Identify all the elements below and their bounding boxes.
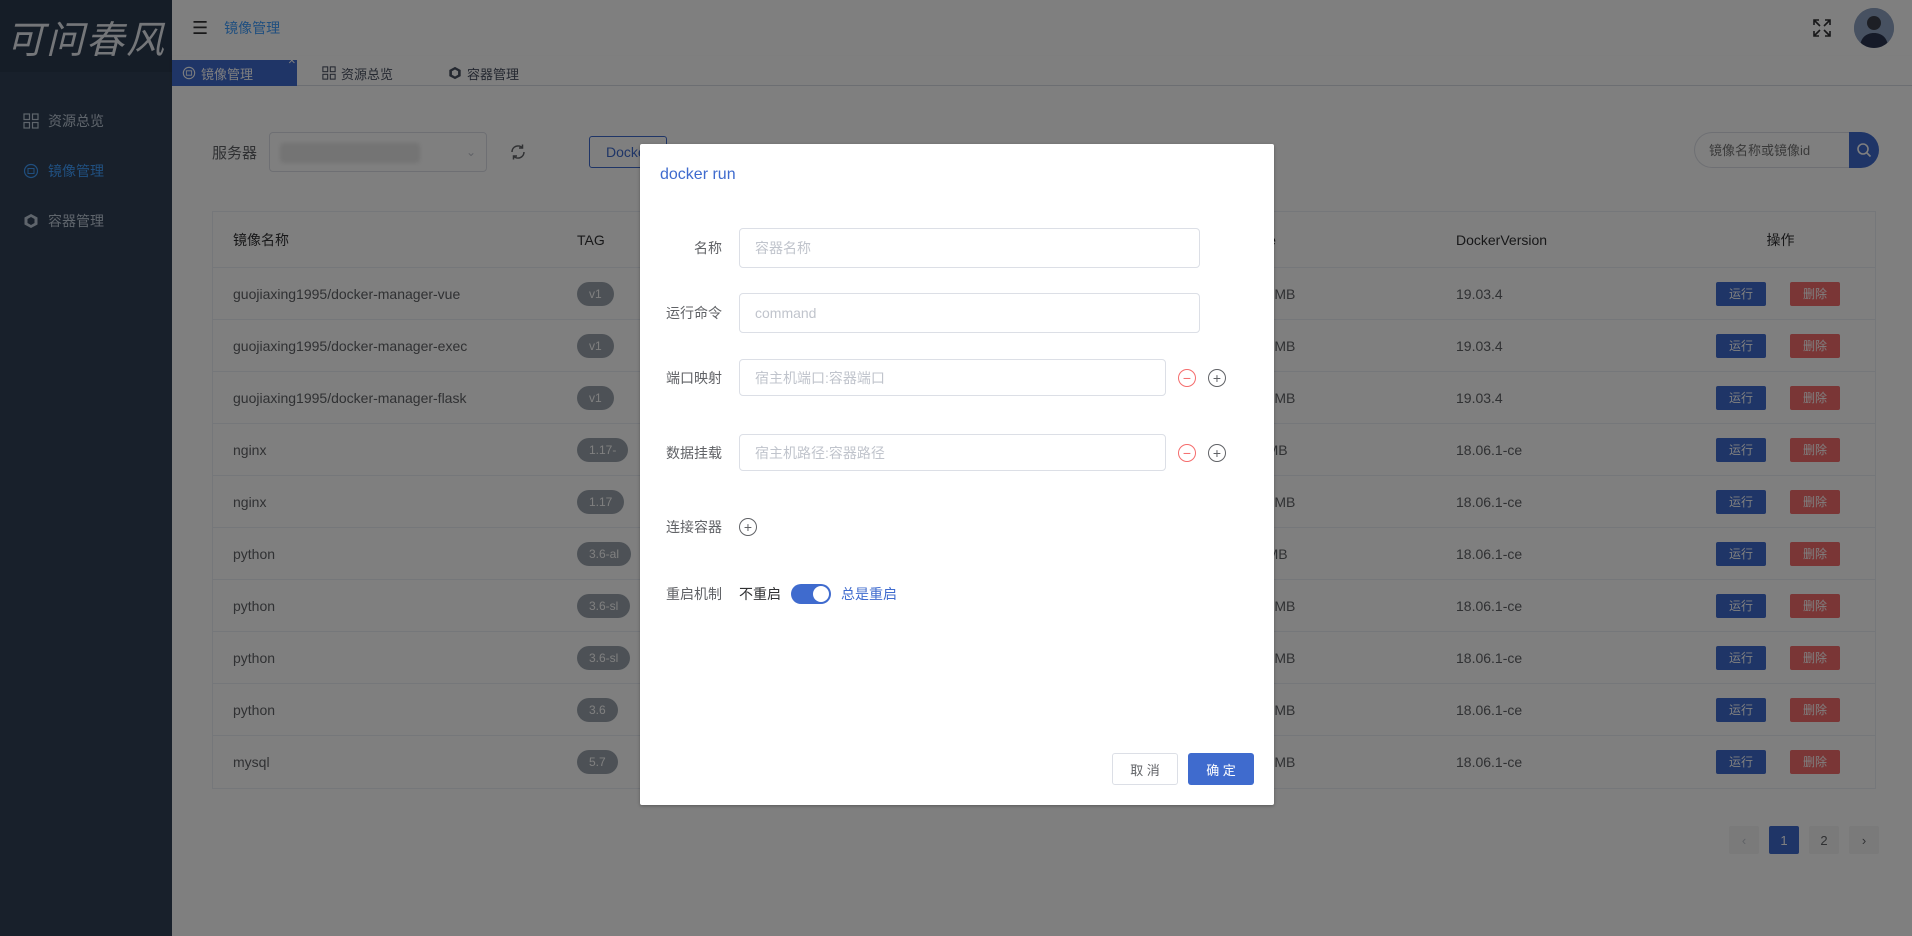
add-volume-icon[interactable]: + [1208, 443, 1226, 462]
restart-label: 重启机制 [666, 586, 722, 602]
command-row: 运行命令 [640, 293, 1200, 333]
name-row: 名称 [640, 228, 1200, 268]
confirm-button[interactable]: 确 定 [1188, 753, 1254, 785]
remove-volume-icon[interactable]: − [1178, 443, 1196, 462]
restart-toggle[interactable] [791, 584, 831, 604]
remove-port-icon[interactable]: − [1178, 368, 1196, 387]
port-label: 端口映射 [666, 369, 722, 386]
port-row: 端口映射 − + [640, 359, 1226, 396]
volume-mount-input[interactable] [739, 434, 1166, 471]
dialog-footer: 取 消 确 定 [1112, 753, 1254, 785]
link-label: 连接容器 [666, 519, 722, 535]
dialog-title: docker run [660, 166, 736, 183]
restart-off-label[interactable]: 不重启 [739, 584, 781, 604]
add-port-icon[interactable]: + [1208, 368, 1226, 387]
restart-row: 重启机制 不重启 总是重启 [640, 584, 897, 604]
cancel-button[interactable]: 取 消 [1112, 753, 1178, 785]
volume-row: 数据挂载 − + [640, 434, 1226, 471]
name-label: 名称 [694, 240, 722, 256]
restart-on-label[interactable]: 总是重启 [841, 584, 897, 604]
restart-switch-group: 不重启 总是重启 [739, 584, 897, 604]
container-name-input[interactable] [739, 228, 1200, 268]
command-input[interactable] [739, 293, 1200, 333]
add-link-icon[interactable]: + [739, 518, 757, 536]
command-label: 运行命令 [666, 305, 722, 321]
docker-run-dialog: docker run 名称 运行命令 端口映射 − + 数据挂载 − + 连接容… [640, 144, 1274, 805]
port-mapping-input[interactable] [739, 359, 1166, 396]
link-row: 连接容器 + [640, 517, 757, 537]
toggle-knob [813, 586, 829, 602]
volume-label: 数据挂载 [666, 444, 722, 461]
